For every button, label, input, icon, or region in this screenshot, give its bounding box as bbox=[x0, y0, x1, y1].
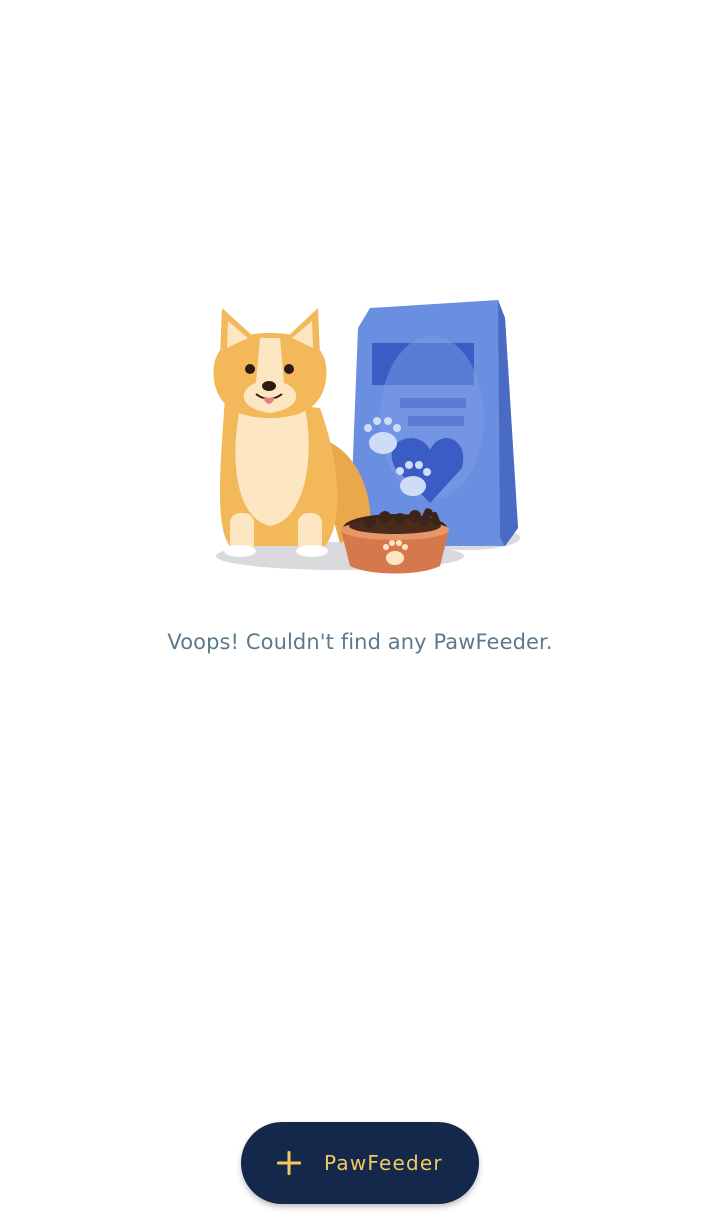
empty-state-message: Voops! Couldn't find any PawFeeder. bbox=[167, 630, 553, 654]
corgi-image bbox=[213, 308, 371, 557]
plus-icon bbox=[277, 1151, 301, 1175]
add-pawfeeder-label: PawFeeder bbox=[324, 1151, 443, 1175]
corgi-food-illustration bbox=[213, 300, 520, 574]
food-bag-image bbox=[350, 300, 518, 546]
empty-state-screen: Voops! Couldn't find any PawFeeder. PawF… bbox=[0, 0, 720, 1231]
add-pawfeeder-button[interactable]: PawFeeder bbox=[241, 1122, 479, 1204]
